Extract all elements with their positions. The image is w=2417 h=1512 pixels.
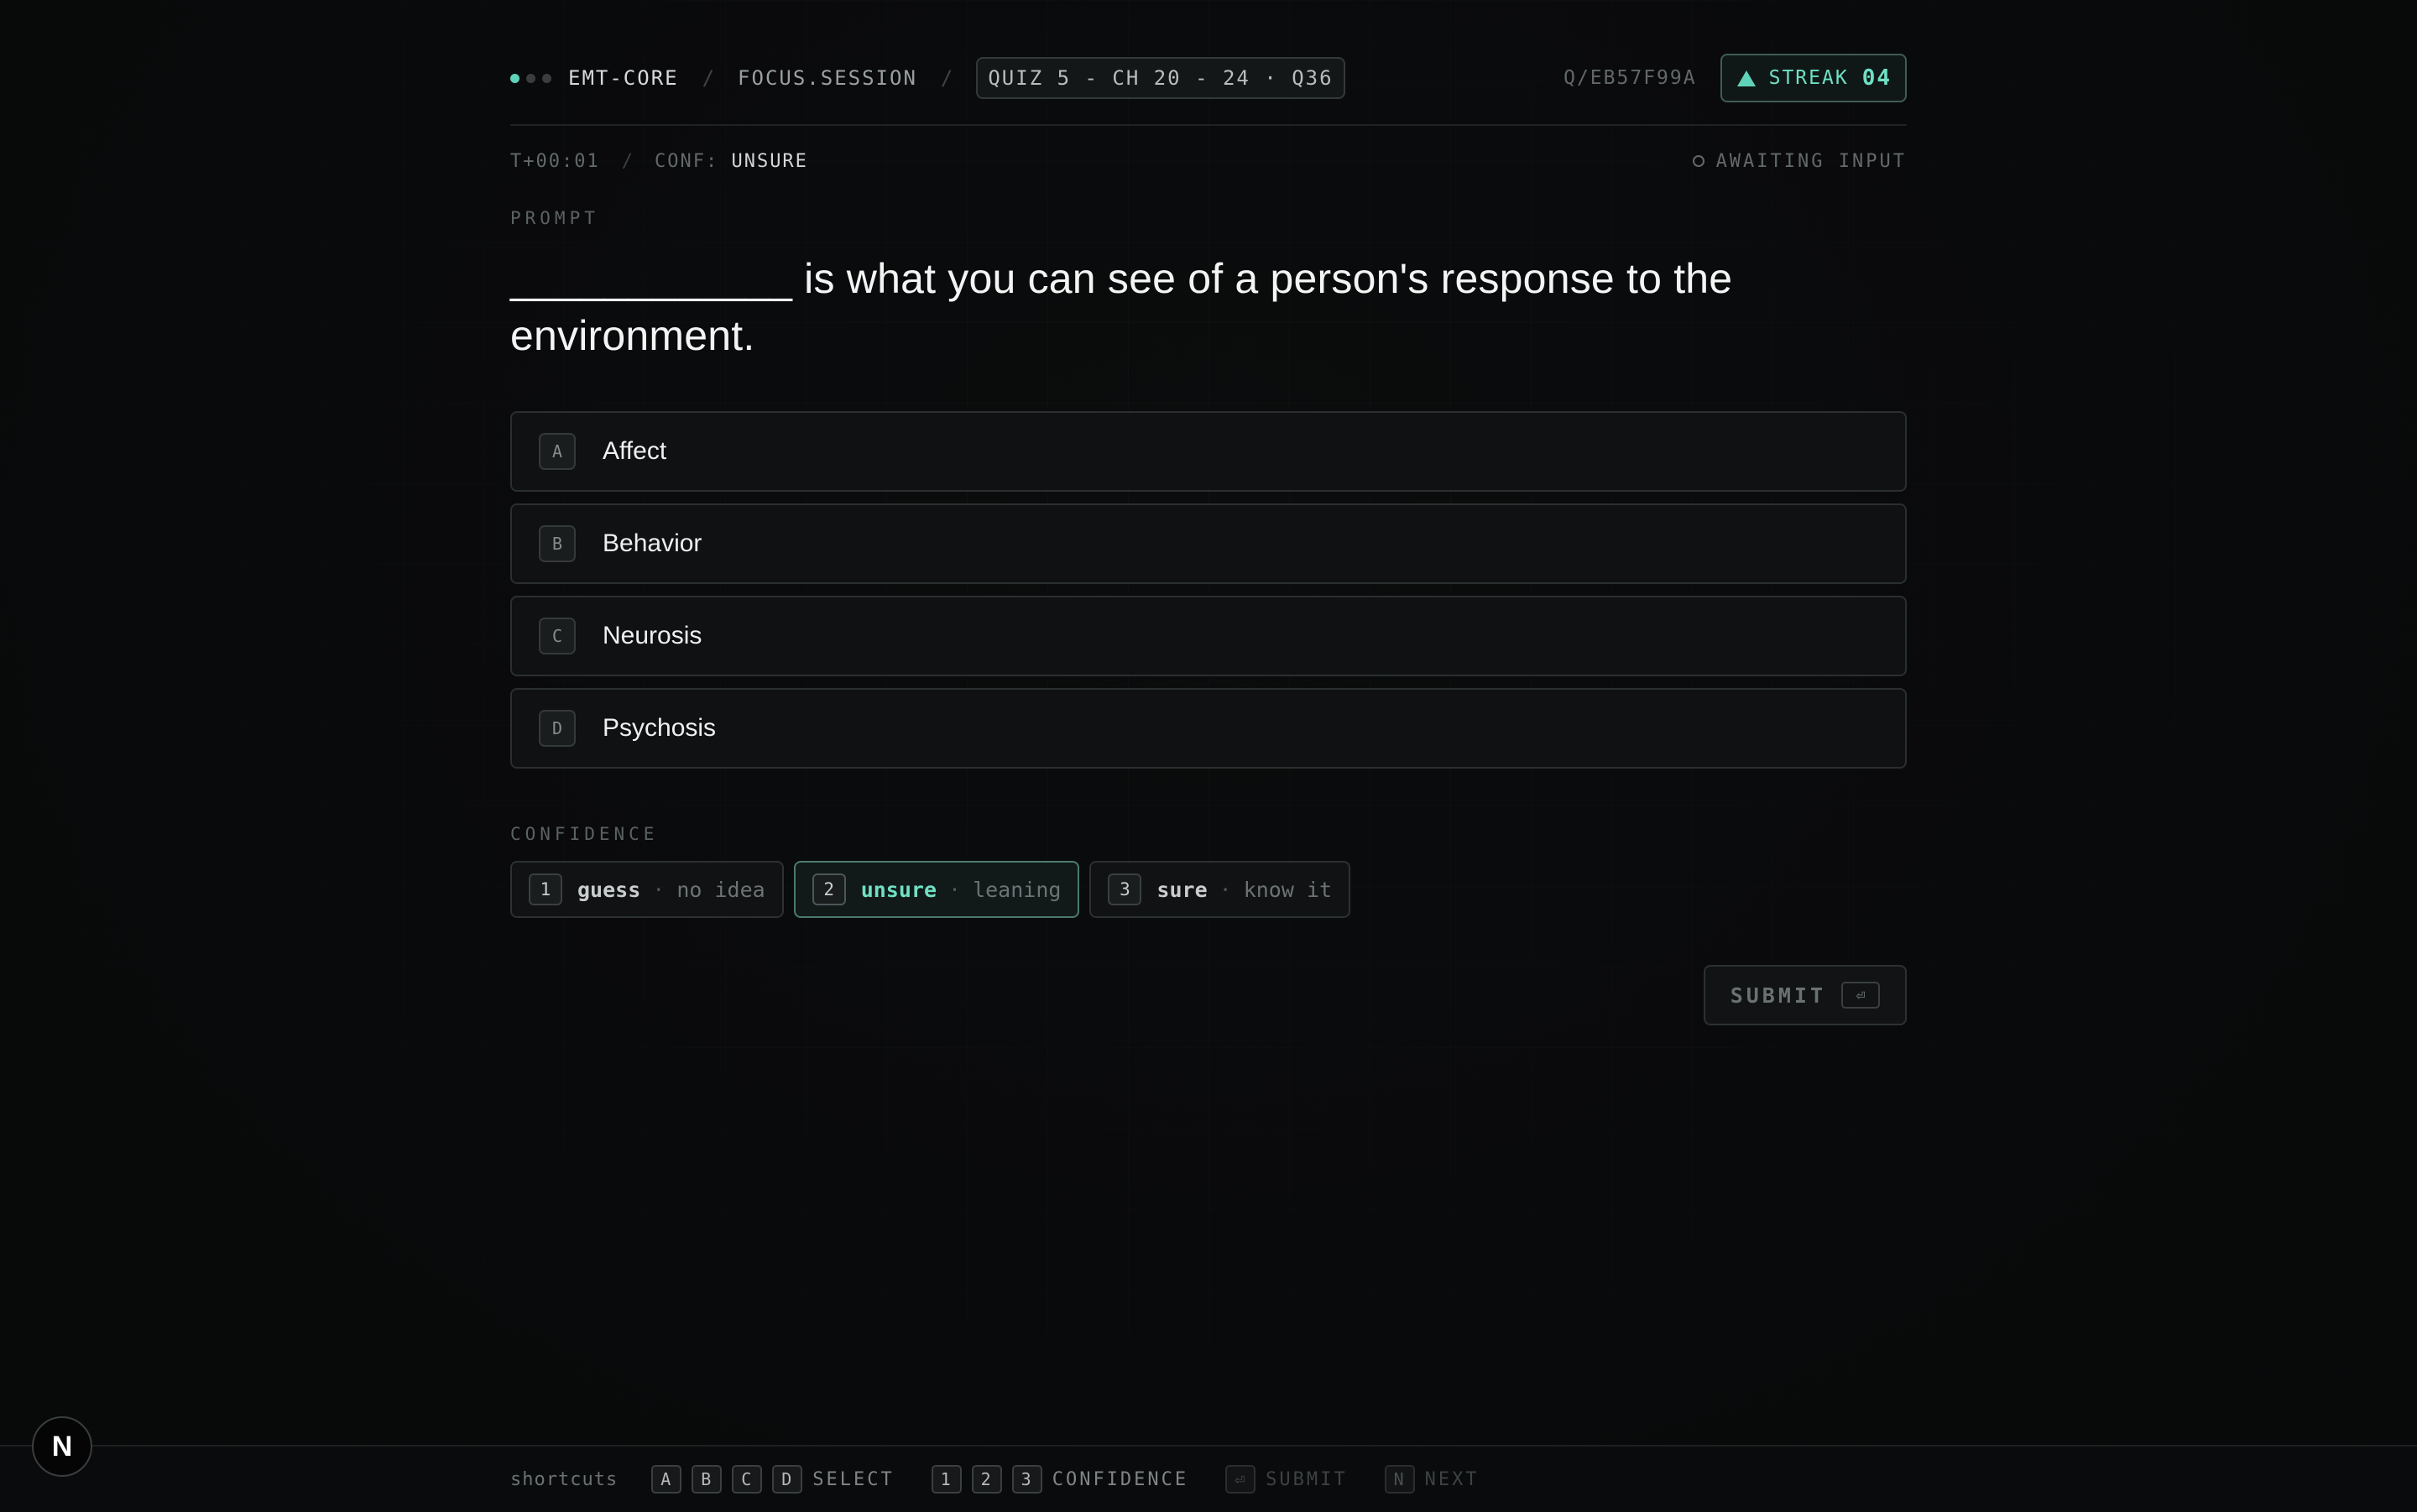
- enter-key-icon: ⏎: [1841, 982, 1880, 1009]
- shortcut-confidence-label: CONFIDENCE: [1052, 1469, 1188, 1490]
- submit-label: SUBMIT: [1731, 983, 1826, 1008]
- separator-dot: ·: [948, 878, 961, 902]
- shortcut-key: B: [692, 1465, 722, 1494]
- confidence-key: 3: [1108, 873, 1141, 905]
- confidence-status-label: CONF:: [655, 151, 718, 172]
- shortcut-key: A: [651, 1465, 681, 1494]
- shortcut-key: C: [732, 1465, 762, 1494]
- triangle-up-icon: [1737, 70, 1756, 86]
- option-key: B: [539, 525, 576, 562]
- status-separator: /: [622, 151, 633, 172]
- circle-icon: [1693, 155, 1704, 167]
- confidence-status-value: UNSURE: [731, 151, 807, 172]
- enter-key-icon: ⏎: [1225, 1465, 1255, 1494]
- confidence-name: guess: [577, 878, 640, 902]
- confidence-desc: no idea: [676, 878, 765, 902]
- answer-options: A Affect B Behavior C Neurosis D Psychos…: [510, 411, 1907, 769]
- streak-count: 04: [1862, 65, 1892, 91]
- confidence-label: CONFIDENCE: [510, 824, 1907, 844]
- shortcut-key: 2: [972, 1465, 1002, 1494]
- confidence-name: unsure: [861, 878, 937, 902]
- option-label: Affect: [603, 437, 666, 466]
- status-dot: [526, 74, 535, 83]
- confidence-unsure-button[interactable]: 2 unsure · leaning: [794, 861, 1080, 918]
- confidence-desc: know it: [1244, 878, 1332, 902]
- separator-dot: ·: [652, 878, 665, 902]
- option-key: C: [539, 618, 576, 654]
- option-d[interactable]: D Psychosis: [510, 688, 1907, 769]
- question-text: ____________ is what you can see of a pe…: [510, 250, 1907, 364]
- confidence-name: sure: [1156, 878, 1207, 902]
- shortcut-next-label: NEXT: [1425, 1469, 1480, 1490]
- n-logo-icon[interactable]: N: [32, 1416, 92, 1477]
- quiz-container: EMT-CORE / FOCUS.SESSION / QUIZ 5 - CH 2…: [510, 54, 1907, 1025]
- shortcuts-footer: shortcuts A B C D SELECT 1 2 3 CONFIDENC…: [0, 1445, 2417, 1512]
- status-dot-active: [510, 74, 519, 83]
- breadcrumb-session[interactable]: FOCUS.SESSION: [738, 66, 917, 90]
- shortcut-key: 3: [1012, 1465, 1042, 1494]
- shortcut-select-label: SELECT: [812, 1469, 894, 1490]
- confidence-desc: leaning: [973, 878, 1061, 902]
- option-c[interactable]: C Neurosis: [510, 596, 1907, 676]
- option-a[interactable]: A Affect: [510, 411, 1907, 492]
- streak-badge: STREAK 04: [1720, 54, 1907, 102]
- submit-row: SUBMIT ⏎: [510, 965, 1907, 1025]
- status-row: T+00:01 / CONF: UNSURE AWAITING INPUT: [510, 144, 1907, 178]
- option-label: Behavior: [603, 529, 702, 558]
- timer: T+00:01: [510, 151, 600, 172]
- confidence-guess-button[interactable]: 1 guess · no idea: [510, 861, 784, 918]
- confidence-status: CONF: UNSURE: [655, 151, 808, 172]
- input-state-label: AWAITING INPUT: [1716, 151, 1907, 172]
- shortcut-submit-label: SUBMIT: [1266, 1469, 1347, 1490]
- quiz-chip[interactable]: QUIZ 5 - CH 20 - 24 · Q36: [976, 57, 1344, 99]
- shortcuts-bar: shortcuts A B C D SELECT 1 2 3 CONFIDENC…: [510, 1447, 1516, 1512]
- input-state: AWAITING INPUT: [1693, 151, 1907, 172]
- confidence-selector: 1 guess · no idea 2 unsure · leaning 3 s…: [510, 861, 1907, 918]
- breadcrumb-separator: /: [702, 66, 714, 90]
- confidence-sure-button[interactable]: 3 sure · know it: [1089, 861, 1350, 918]
- separator-dot: ·: [1219, 878, 1232, 902]
- question-id: Q/EB57F99A: [1563, 67, 1696, 89]
- shortcut-key: D: [772, 1465, 802, 1494]
- status-dot: [542, 74, 551, 83]
- breadcrumb-app[interactable]: EMT-CORE: [568, 66, 679, 90]
- breadcrumb-separator: /: [941, 66, 953, 90]
- window-dots: [510, 74, 551, 83]
- shortcut-key: N: [1385, 1465, 1415, 1494]
- top-bar: EMT-CORE / FOCUS.SESSION / QUIZ 5 - CH 2…: [510, 54, 1907, 126]
- confidence-key: 1: [529, 873, 562, 905]
- option-key: D: [539, 710, 576, 747]
- option-b[interactable]: B Behavior: [510, 503, 1907, 584]
- confidence-key: 2: [812, 873, 846, 905]
- prompt-label: PROMPT: [510, 208, 1907, 228]
- shortcut-key: 1: [932, 1465, 962, 1494]
- submit-button[interactable]: SUBMIT ⏎: [1704, 965, 1907, 1025]
- option-key: A: [539, 433, 576, 470]
- shortcuts-label: shortcuts: [510, 1469, 618, 1490]
- streak-label: STREAK: [1769, 67, 1849, 89]
- option-label: Neurosis: [603, 622, 702, 650]
- option-label: Psychosis: [603, 714, 716, 743]
